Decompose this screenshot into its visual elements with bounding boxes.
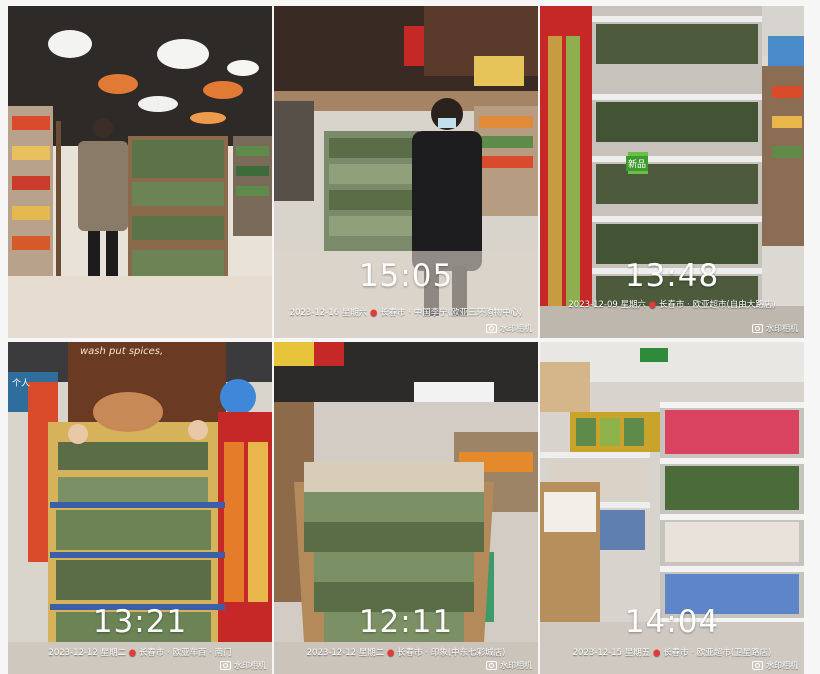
location-pin-icon: ● [386,648,395,658]
photo-weekday: 星期二 [100,648,127,658]
photo-grid: 15:05 2023-12-16 星期六 ● 长春市 · 中国李宁(欧亚三环购物… [8,6,808,674]
photo-tile-5[interactable]: 12:11 2023-12-12 星期二 ● 长春市 · 印象(中东七彩城店) … [274,342,538,674]
photo-meta: 2023-12-12 星期二 ● 长春市 · 欧亚车百 · 南门 [8,646,272,658]
photo-tile-1[interactable] [8,6,272,338]
photo-time: 13:48 [624,258,720,294]
watermark-app-name: 水印相机 [766,661,798,670]
watermark: 水印相机 [486,323,532,334]
photo-weekday: 星期六 [620,300,647,310]
watermark-app-name: 水印相机 [766,324,798,333]
photo-time: 12:11 [358,604,454,640]
watermark: 水印相机 [486,660,532,671]
photo-meta: 2023-12-09 星期六 ● 长春市 · 欧亚超市(自由大路店) [540,298,804,310]
watermark-app-name: 水印相机 [500,324,532,333]
location-pin-icon: ● [652,648,661,658]
new-product-tag: 新品 [626,156,649,171]
spice-banner: wash put spices, [80,346,164,357]
photo-date: 2023-12-16 [289,308,340,318]
store-sign: 个人 [12,379,31,389]
photo-weekday: 星期二 [358,648,385,658]
photo-date: 2023-12-15 [572,648,623,658]
photo-meta: 2023-12-16 星期六 ● 长春市 · 中国李宁(欧亚三环购物中心) [274,306,538,318]
photo-time: 14:04 [624,604,720,640]
watermark: 水印相机 [220,660,266,671]
watermark-app-name: 水印相机 [234,661,266,670]
photo-location: 长春市 · 欧亚车百 · 南门 [138,648,232,658]
location-pin-icon: ● [128,648,137,658]
location-pin-icon: ● [648,300,657,310]
photo-meta: 2023-12-12 星期二 ● 长春市 · 印象(中东七彩城店) [274,646,538,658]
photo-tile-4[interactable]: 个人 wash put spices, 13:21 2023-12-12 星期二… [8,342,272,674]
photo-location: 长春市 · 欧亚超市(卫星路店) [663,648,772,658]
location-pin-icon: ● [369,308,378,318]
photo-date: 2023-12-12 [306,648,357,658]
camera-icon [486,661,497,670]
watermark-app-name: 水印相机 [500,661,532,670]
photo-time: 15:05 [358,258,454,294]
photo-tile-3[interactable]: 新品 13:48 2023-12-09 星期六 ● 长春市 · 欧亚超市(自由大… [540,6,804,338]
store-scene-photo [8,6,272,338]
photo-location: 长春市 · 印象(中东七彩城店) [397,648,506,658]
camera-icon [486,324,497,333]
camera-icon [220,661,231,670]
camera-icon [752,324,763,333]
photo-meta: 2023-12-15 星期五 ● 长春市 · 欧亚超市(卫星路店) [540,646,804,658]
watermark: 水印相机 [752,323,798,334]
photo-weekday: 星期五 [624,648,651,658]
photo-tile-2[interactable]: 15:05 2023-12-16 星期六 ● 长春市 · 中国李宁(欧亚三环购物… [274,6,538,338]
photo-tile-6[interactable]: 14:04 2023-12-15 星期五 ● 长春市 · 欧亚超市(卫星路店) … [540,342,804,674]
photo-location: 长春市 · 欧亚超市(自由大路店) [658,300,776,310]
photo-date: 2023-12-12 [48,648,98,658]
photo-date: 2023-12-09 [568,300,618,310]
camera-icon [752,661,763,670]
photo-location: 长春市 · 中国李宁(欧亚三环购物中心) [380,308,523,318]
watermark: 水印相机 [752,660,798,671]
photo-weekday: 星期六 [341,308,368,318]
photo-time: 13:21 [92,604,188,640]
